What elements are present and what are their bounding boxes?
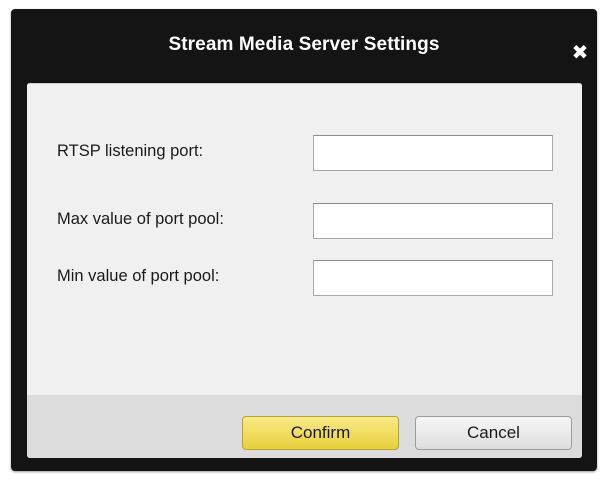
min-port-pool-label: Min value of port pool:	[57, 267, 220, 285]
cancel-button[interactable]: Cancel	[415, 416, 572, 450]
stream-media-server-settings-dialog: Stream Media Server Settings ✖ RTSP list…	[11, 9, 597, 471]
max-port-pool-field[interactable]	[313, 203, 553, 239]
confirm-button[interactable]: Confirm	[242, 416, 399, 450]
close-icon[interactable]: ✖	[567, 40, 593, 66]
settings-form: RTSP listening port: Max value of port p…	[27, 83, 582, 395]
dialog-body: RTSP listening port: Max value of port p…	[27, 83, 582, 458]
max-port-pool-label: Max value of port pool:	[57, 210, 224, 228]
dialog-title: Stream Media Server Settings	[168, 34, 440, 55]
min-port-pool-field[interactable]	[313, 260, 553, 296]
dialog-footer: Confirm Cancel	[27, 395, 582, 458]
rtsp-port-field[interactable]	[313, 135, 553, 171]
rtsp-port-label: RTSP listening port:	[57, 142, 204, 160]
